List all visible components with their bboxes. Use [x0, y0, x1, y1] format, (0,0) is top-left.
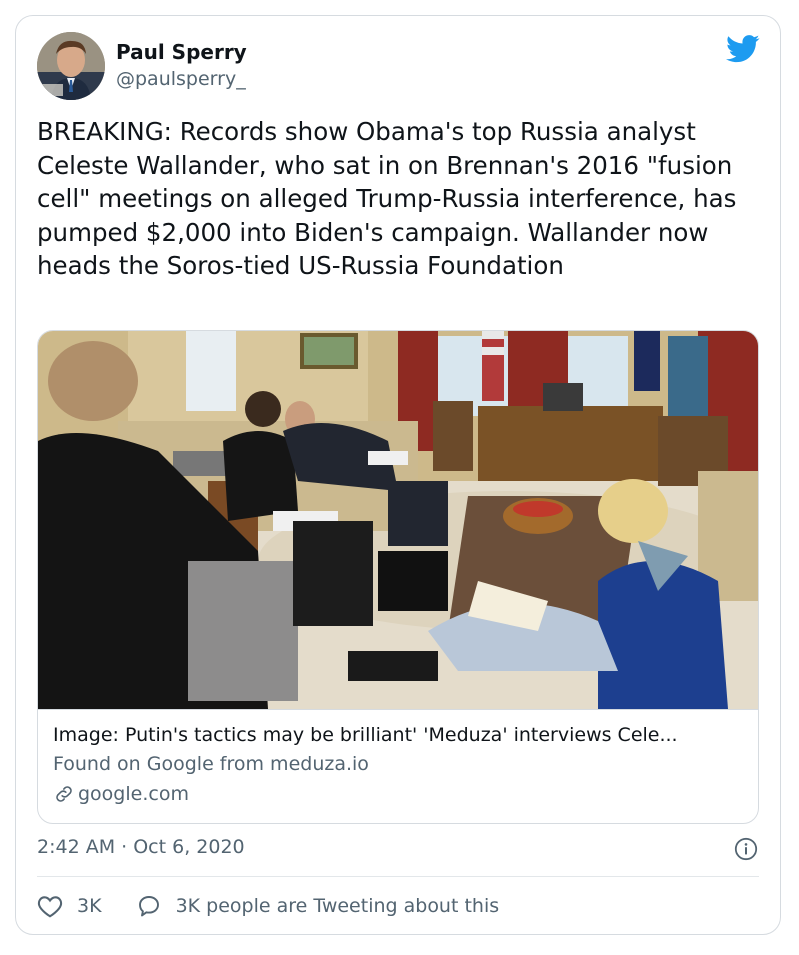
like-count: 3K — [77, 895, 102, 917]
conversation-label: 3K people are Tweeting about this — [175, 895, 500, 917]
media-divider — [38, 709, 758, 710]
tweet-actions: 3K 3K people are Tweeting about this — [37, 893, 499, 919]
conversation-button[interactable]: 3K people are Tweeting about this — [136, 894, 500, 918]
media-description: Found on Google from meduza.io — [53, 753, 369, 775]
info-icon[interactable] — [734, 837, 758, 861]
heart-icon — [37, 896, 63, 918]
media-photo — [38, 331, 758, 709]
tweet-timestamp[interactable]: 2:42 AM · Oct 6, 2020 — [37, 836, 245, 858]
media-card[interactable]: Image: Putin's tactics may be brilliant'… — [37, 330, 759, 824]
link-icon — [56, 786, 72, 802]
author-name[interactable]: Paul Sperry — [116, 40, 247, 64]
twitter-bird-icon[interactable] — [726, 34, 760, 64]
like-button[interactable]: 3K — [37, 894, 136, 918]
author-handle[interactable]: @paulsperry_ — [116, 68, 246, 90]
media-title[interactable]: Image: Putin's tactics may be brilliant'… — [53, 724, 678, 746]
tweet-text: BREAKING: Records show Obama's top Russi… — [37, 117, 737, 280]
media-domain-label: google.com — [78, 783, 189, 805]
avatar[interactable] — [37, 32, 105, 100]
divider — [37, 876, 759, 877]
speech-bubble-icon — [138, 896, 159, 917]
media-domain[interactable]: google.com — [53, 783, 189, 805]
